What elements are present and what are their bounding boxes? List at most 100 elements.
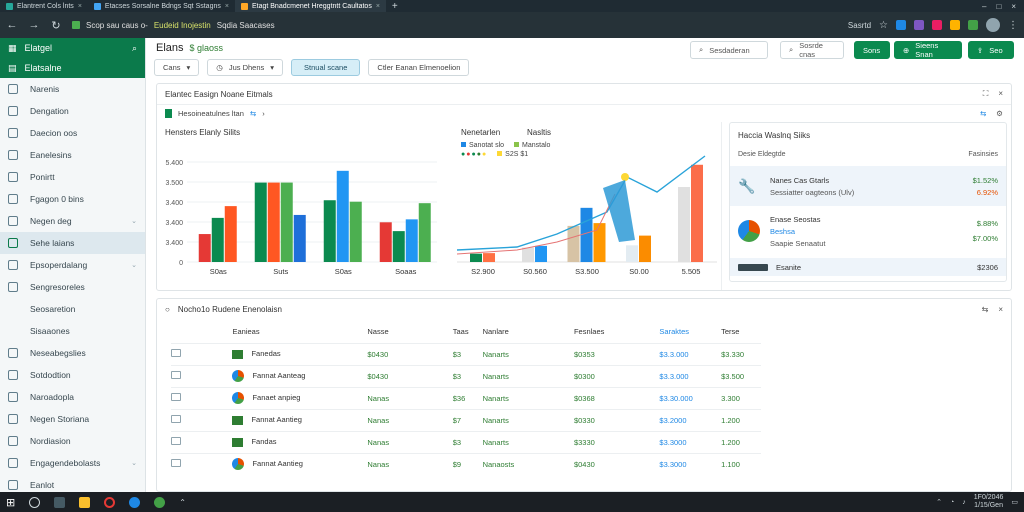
sidebar-item[interactable]: Neseabegslies [0, 342, 145, 364]
sidebar-item[interactable]: Naroadopla [0, 386, 145, 408]
new-tab-button[interactable]: + [386, 0, 404, 12]
reload-icon[interactable]: ↻ [50, 19, 62, 32]
sidebar-item[interactable]: Epsoperdalang ⌄ [0, 254, 145, 276]
settings-icon[interactable]: ⚙ [996, 109, 1003, 118]
filter-chip-selected[interactable]: Stnual scane [291, 58, 361, 76]
sidebar-item[interactable]: Sengresoreles [0, 276, 145, 298]
chrome-icon[interactable] [154, 496, 166, 508]
sidebar-item[interactable]: Ponirtt [0, 166, 145, 188]
extension-icon[interactable] [914, 20, 924, 30]
sidebar-item[interactable]: Engagendebolasts ⌄ [0, 452, 145, 474]
primary-action-button[interactable]: Sons [854, 41, 890, 59]
link-icon[interactable]: ⇆ [982, 305, 989, 314]
sidebar-item[interactable]: Nordiasion [0, 430, 145, 452]
table-header[interactable]: Saraktes [659, 321, 721, 343]
row-select-icon[interactable] [171, 393, 181, 401]
clock-time[interactable]: 1F0/2046 [974, 494, 1004, 502]
row-select-icon[interactable] [171, 459, 181, 468]
extension-icon[interactable] [932, 20, 942, 30]
network-icon[interactable]: ◔ [950, 499, 954, 506]
tray-chevron-icon[interactable]: ⌃ [936, 498, 942, 506]
table-header[interactable]: Fesnlaes [574, 321, 659, 343]
browser-tab[interactable]: Etacses Sorsalne Bdngs Sqt Sstagns × [88, 0, 235, 12]
windows-start-icon[interactable]: ⊞ [6, 496, 15, 509]
row-select-icon[interactable] [171, 437, 181, 445]
link-icon[interactable]: ⇆ [250, 109, 256, 118]
sidebar-item[interactable]: Dengation [0, 100, 145, 122]
table-header[interactable]: Taas [453, 321, 483, 343]
url-field[interactable]: Scop sau caus o- Eudeid Inojestin Sqdia … [72, 21, 275, 30]
menu-icon[interactable]: ⋮ [1008, 20, 1018, 31]
clock-date[interactable]: 1/15/Gen [974, 502, 1003, 510]
row-select-icon[interactable] [171, 349, 181, 357]
summary-row[interactable]: Esanite $2306 [730, 258, 1006, 276]
browser-tab-active[interactable]: Etagt Bnadcmenet Hreggtntt Caultatos × [234, 0, 386, 12]
row-select-icon[interactable] [171, 371, 181, 379]
table-header[interactable]: Nanlare [483, 321, 574, 343]
filter-dropdown[interactable]: Cans ▾ [154, 58, 200, 76]
back-arrow-icon[interactable]: ← [6, 19, 18, 31]
file-explorer-icon[interactable] [79, 496, 91, 508]
sidebar-item[interactable]: Eanlot [0, 474, 145, 492]
sidebar-list: Narenis Dengation Daecion oos Eanelesins Pon… [0, 78, 145, 492]
page-title: Elans [156, 42, 184, 54]
table-header[interactable]: Eanieas [232, 321, 367, 343]
extension-icon[interactable] [896, 20, 906, 30]
link-icon[interactable]: ⇆ [980, 109, 986, 118]
sidebar-item[interactable]: Sotdodtion [0, 364, 145, 386]
browser-tab[interactable]: Elantrent Cols lnts × [0, 0, 88, 12]
table-row[interactable]: Fannat Aanteag $0430 $3 Nanarts $0300 $3.3.00… [171, 364, 761, 387]
filter-chip[interactable]: Ctler Eanan Elmenoelion [368, 58, 470, 76]
maximize-icon[interactable]: □ [996, 2, 1001, 11]
table-row[interactable]: Fandas Nanas $3 Nanarts $3330 $3.3000 1.200 [171, 430, 761, 453]
sidebar-item[interactable]: Negen Storiana [0, 408, 145, 430]
expand-icon[interactable]: ⛶ [983, 89, 989, 99]
task-view-icon[interactable] [54, 496, 66, 508]
search-icon[interactable] [29, 496, 41, 508]
sidebar-item[interactable]: Eanelesins [0, 144, 145, 166]
avatar[interactable] [986, 18, 1000, 32]
edge-icon[interactable] [129, 496, 141, 508]
extension-icon[interactable] [950, 20, 960, 30]
search-icon[interactable]: ⌕ [132, 43, 137, 54]
sidebar-item[interactable]: Negen deg ⌄ [0, 210, 145, 232]
table-row[interactable]: Fannat Aantieg Nanas $9 Nanaosts $0430 $3.300… [171, 452, 761, 475]
chevron-right-icon[interactable]: › [262, 109, 265, 118]
sidebar-item[interactable]: Sehe laians [0, 232, 145, 254]
forward-arrow-icon[interactable]: → [28, 19, 40, 31]
table-cell-name: Fannat Aanteag [232, 364, 368, 387]
filter-dropdown[interactable]: ◷ Jus Dhens ▾ [207, 58, 284, 76]
table-header[interactable]: Nasse [367, 321, 452, 343]
table-header[interactable]: Terse [721, 321, 761, 343]
primary-action-button[interactable]: ⊕ Sieens Snan [894, 41, 962, 59]
table-row[interactable]: Fannat Aantieg Nanas $7 Nanarts $0330 $3.2000… [171, 408, 761, 431]
close-icon[interactable]: × [998, 89, 1003, 99]
sidebar-item[interactable]: Sisaaones [0, 320, 145, 342]
minimize-icon[interactable]: – [982, 2, 986, 11]
extension-label[interactable]: Sasrtd [848, 21, 871, 30]
table-row[interactable]: Fanedas $0430 $3 Nanarts $0353 $3.3.000 $3.330 [171, 342, 761, 365]
notification-icon[interactable]: ▭ [1011, 498, 1018, 506]
window-close-icon[interactable]: × [1011, 2, 1016, 11]
close-icon[interactable]: × [78, 3, 82, 10]
summary-row[interactable]: 🔧 Nanes Cas Gtarls Sessiatter oagteons (… [730, 166, 1006, 206]
share-button[interactable]: ⇪ Seo [968, 41, 1014, 59]
star-icon[interactable]: ☆ [879, 20, 888, 31]
search-dropdown-button[interactable]: ⌕ Sesdaderan [690, 41, 768, 59]
extension-icon[interactable] [968, 20, 978, 30]
filter-button[interactable]: ⌕ Sosrde cnas [780, 41, 844, 59]
table-row[interactable]: Fanaet anpieg Nanas $36 Nanarts $0368 $3.30.0… [171, 386, 761, 409]
sidebar-subtitle[interactable]: Elatsalne [25, 63, 62, 73]
close-icon[interactable]: × [998, 305, 1003, 314]
overflow-icon[interactable]: ⌃ [179, 498, 186, 507]
sidebar-item[interactable]: Daecion oos [0, 122, 145, 144]
sidebar-item[interactable]: Fgagon 0 bins [0, 188, 145, 210]
sidebar-item[interactable]: Narenis [0, 78, 145, 100]
summary-row[interactable]: Enase Seostas Beshsa Saapie Senaatut $.8… [730, 211, 1006, 251]
opera-icon[interactable] [104, 496, 116, 508]
row-select-icon[interactable] [171, 415, 181, 423]
close-icon[interactable]: × [225, 3, 229, 10]
sidebar-item[interactable]: Seosaretion [0, 298, 145, 320]
close-icon[interactable]: × [376, 3, 380, 10]
volume-icon[interactable]: ♪ [962, 499, 966, 506]
